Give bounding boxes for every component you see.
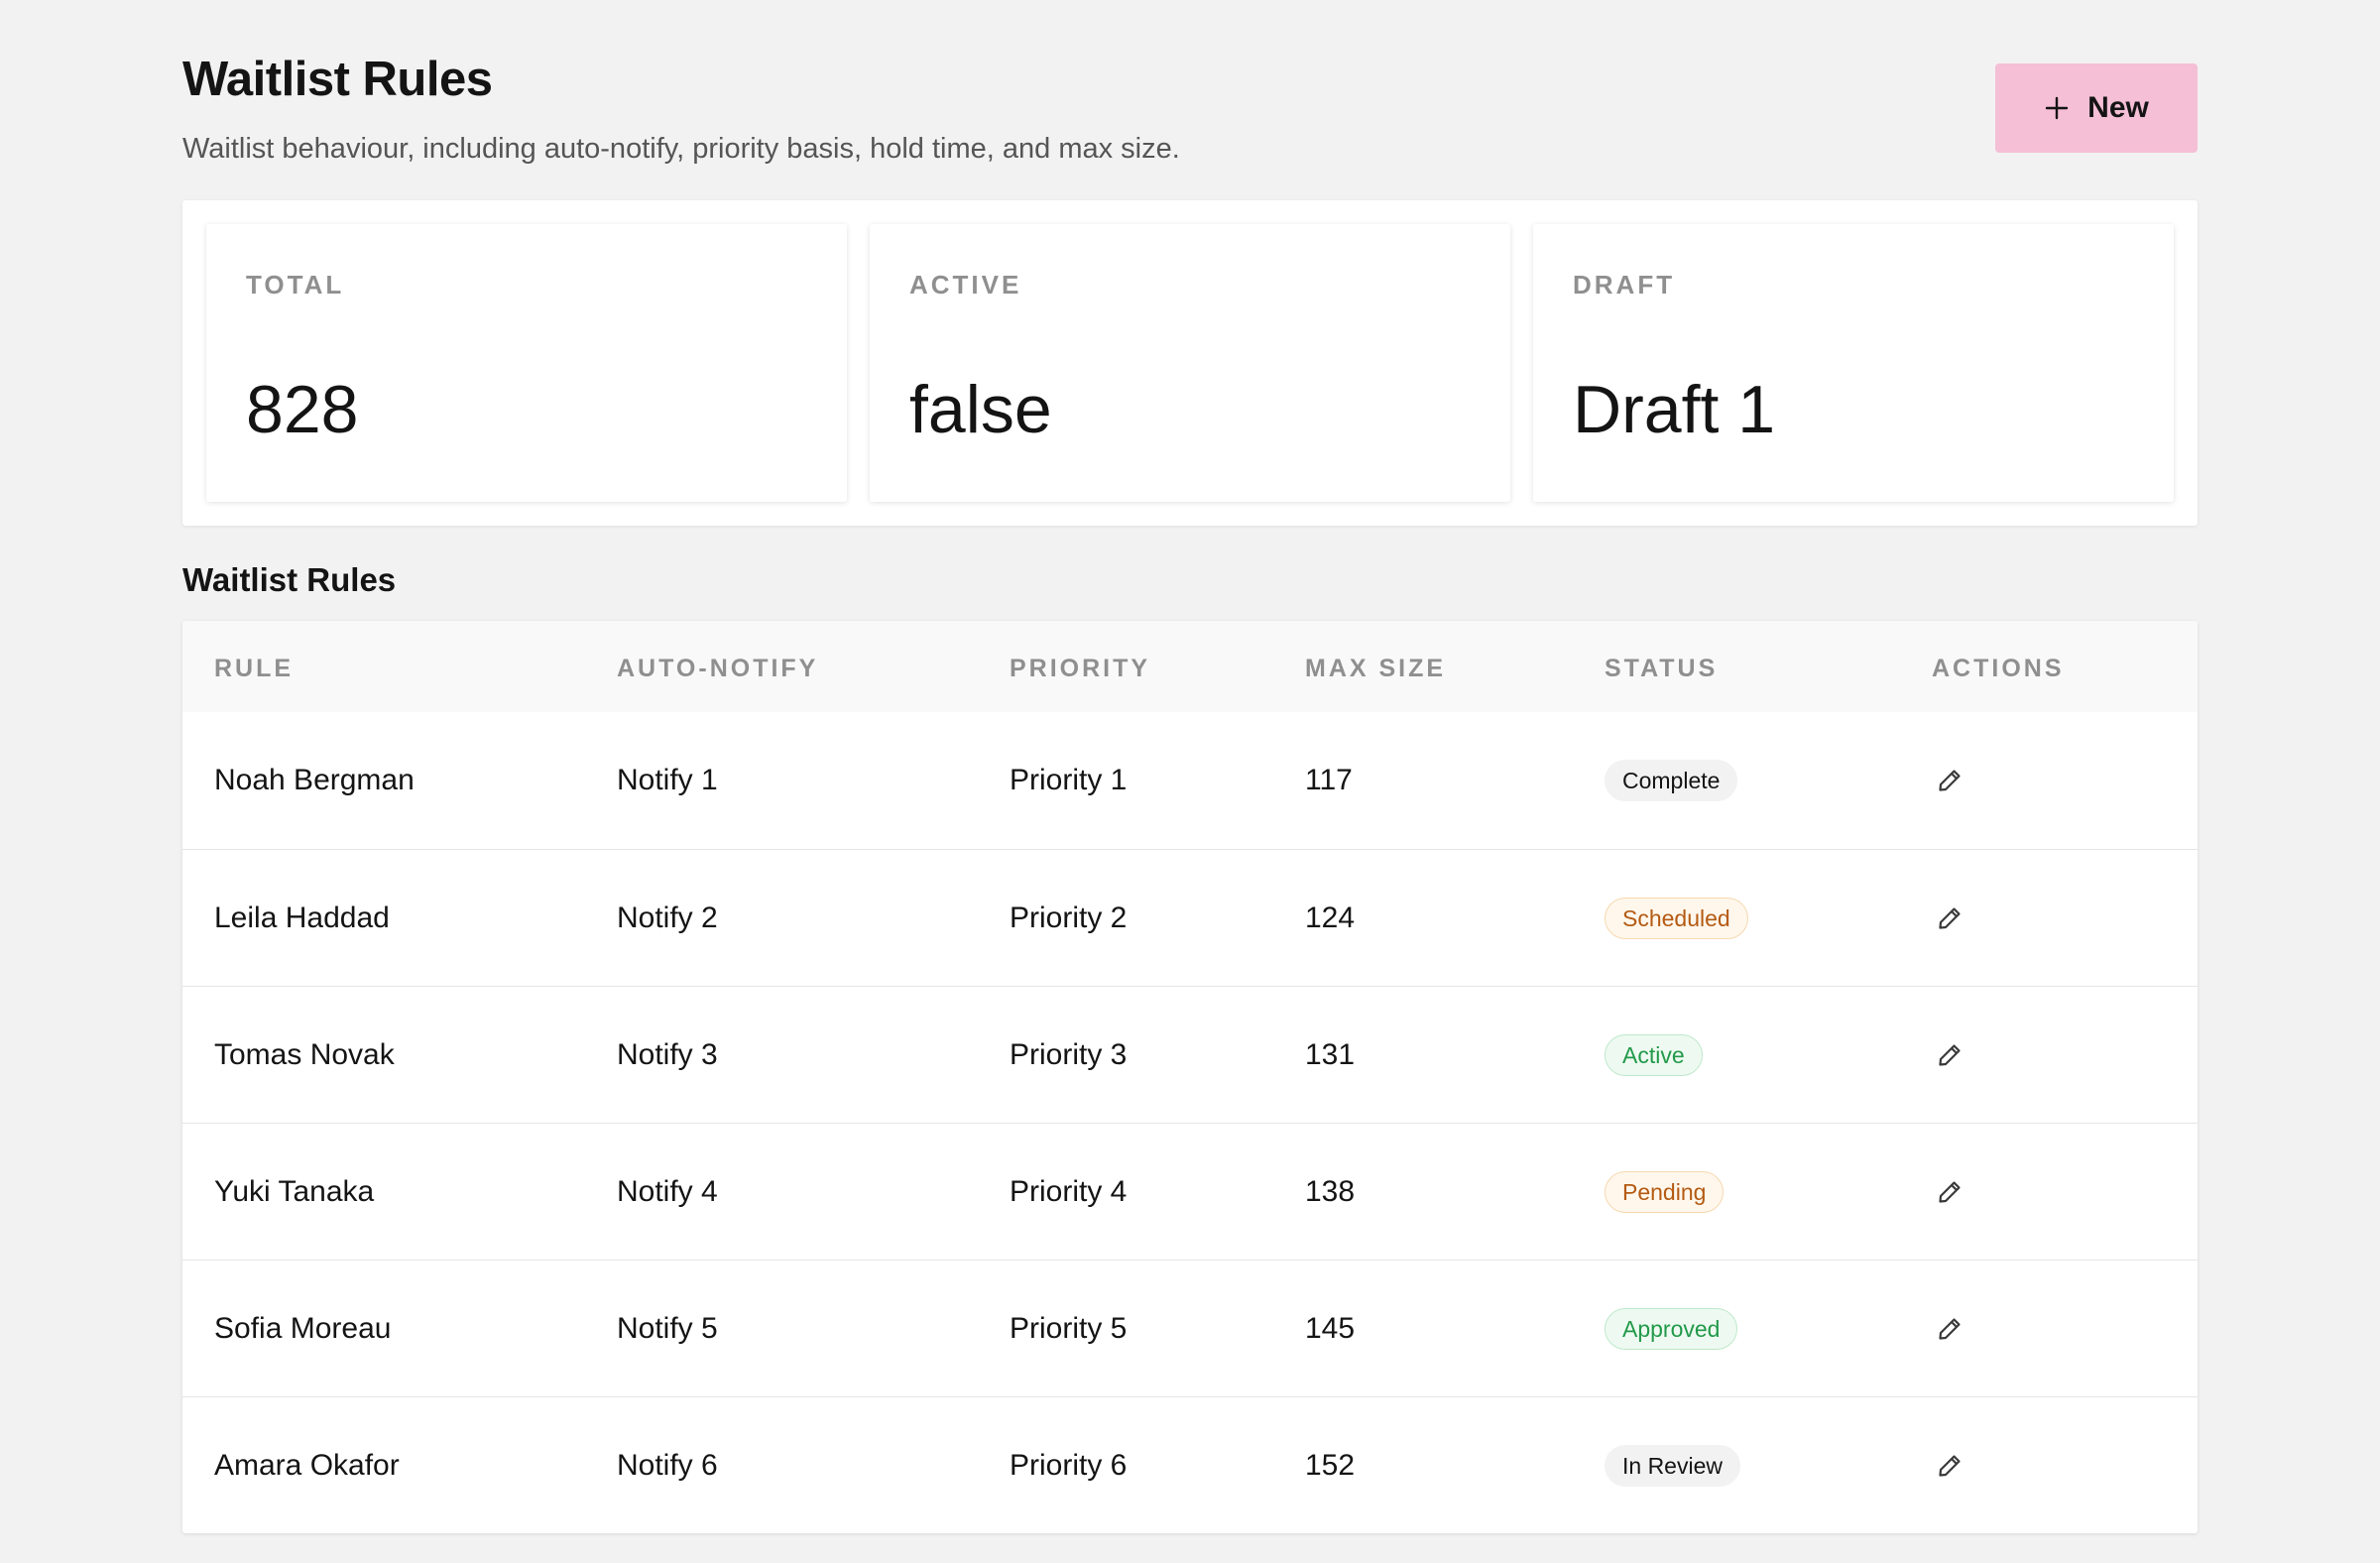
page: Waitlist Rules Waitlist behaviour, inclu… <box>182 0 2198 1563</box>
page-subtitle: Waitlist behaviour, including auto-notif… <box>182 133 1180 165</box>
max-size-cell: 131 <box>1305 1037 1356 1071</box>
stats-panel: TOTAL 828 ACTIVE false DRAFT Draft 1 <box>182 200 2198 526</box>
pencil-icon <box>1939 1454 1961 1477</box>
column-header-priority: PRIORITY <box>1010 655 1151 682</box>
table-row: Noah Bergman Notify 1 Priority 1 117 Complet… <box>182 712 2198 849</box>
priority-cell: Priority 6 <box>1010 1448 1128 1482</box>
plus-icon <box>2045 96 2069 120</box>
column-header-actions: ACTIONS <box>1932 655 2065 682</box>
status-badge: Complete <box>1605 760 1738 801</box>
priority-cell: Priority 2 <box>1010 901 1128 934</box>
stat-label: TOTAL <box>246 270 345 300</box>
pencil-icon <box>1939 906 1961 929</box>
table-header: RULE AUTO-NOTIFY PRIORITY MAX SIZE STATU… <box>182 621 2198 712</box>
stat-card-total: TOTAL 828 <box>206 224 847 502</box>
pencil-icon <box>1939 1317 1961 1340</box>
rule-cell: Amara Okafor <box>214 1448 400 1482</box>
stat-card-draft: DRAFT Draft 1 <box>1533 224 2174 502</box>
max-size-cell: 124 <box>1305 901 1356 934</box>
page-header: Waitlist Rules Waitlist behaviour, inclu… <box>182 0 2198 198</box>
pencil-icon <box>1939 1043 1961 1066</box>
max-size-cell: 138 <box>1305 1174 1356 1208</box>
column-header-rule: RULE <box>214 655 295 682</box>
stat-label: DRAFT <box>1573 270 1676 300</box>
status-badge: Approved <box>1605 1307 1738 1350</box>
page-title: Waitlist Rules <box>182 53 493 106</box>
rules-table: RULE AUTO-NOTIFY PRIORITY MAX SIZE STATU… <box>182 621 2198 1533</box>
stat-value: 828 <box>246 372 359 447</box>
auto-notify-cell: Notify 1 <box>617 764 718 796</box>
priority-cell: Priority 5 <box>1010 1311 1128 1345</box>
auto-notify-cell: Notify 2 <box>617 901 718 934</box>
stat-value: false <box>909 372 1052 447</box>
rule-cell: Tomas Novak <box>214 1037 395 1071</box>
edit-button[interactable] <box>1928 897 1971 940</box>
table-row: Leila Haddad Notify 2 Priority 2 124 Schedul… <box>182 849 2198 986</box>
status-badge: In Review <box>1605 1444 1740 1487</box>
priority-cell: Priority 1 <box>1010 764 1128 796</box>
priority-cell: Priority 3 <box>1010 1037 1128 1071</box>
stat-value: Draft 1 <box>1573 372 1776 447</box>
table-row: Yuki Tanaka Notify 4 Priority 4 138 Pending <box>182 1123 2198 1260</box>
edit-button[interactable] <box>1928 759 1971 802</box>
rule-cell: Leila Haddad <box>214 901 390 934</box>
priority-cell: Priority 4 <box>1010 1174 1128 1208</box>
table-row: Amara Okafor Notify 6 Priority 6 152 In Revi… <box>182 1396 2198 1533</box>
edit-button[interactable] <box>1928 1170 1971 1214</box>
pencil-icon <box>1939 1180 1961 1203</box>
stat-label: ACTIVE <box>909 270 1022 300</box>
auto-notify-cell: Notify 6 <box>617 1448 718 1482</box>
edit-button[interactable] <box>1928 1307 1971 1351</box>
rule-cell: Noah Bergman <box>214 764 415 796</box>
edit-button[interactable] <box>1928 1033 1971 1077</box>
auto-notify-cell: Notify 4 <box>617 1174 718 1208</box>
edit-button[interactable] <box>1928 1444 1971 1488</box>
column-header-auto-notify: AUTO-NOTIFY <box>617 655 819 682</box>
auto-notify-cell: Notify 5 <box>617 1311 718 1345</box>
table-row: Tomas Novak Notify 3 Priority 3 131 Active <box>182 986 2198 1123</box>
new-button-label: New <box>2087 91 2149 124</box>
section-title: Waitlist Rules <box>182 561 397 598</box>
max-size-cell: 117 <box>1305 764 1353 796</box>
rule-cell: Yuki Tanaka <box>214 1174 375 1208</box>
status-badge: Active <box>1605 1033 1703 1076</box>
pencil-icon <box>1939 770 1961 791</box>
column-header-max-size: MAX SIZE <box>1305 655 1447 682</box>
status-badge: Pending <box>1605 1170 1725 1213</box>
table-row: Sofia Moreau Notify 5 Priority 5 145 Approve… <box>182 1260 2198 1396</box>
stat-card-active: ACTIVE false <box>870 224 1510 502</box>
new-button[interactable]: New <box>1995 63 2198 153</box>
column-header-status: STATUS <box>1605 655 1719 682</box>
auto-notify-cell: Notify 3 <box>617 1037 718 1071</box>
max-size-cell: 152 <box>1305 1448 1356 1482</box>
rule-cell: Sofia Moreau <box>214 1311 392 1345</box>
status-badge: Scheduled <box>1605 897 1748 939</box>
max-size-cell: 145 <box>1305 1311 1356 1345</box>
